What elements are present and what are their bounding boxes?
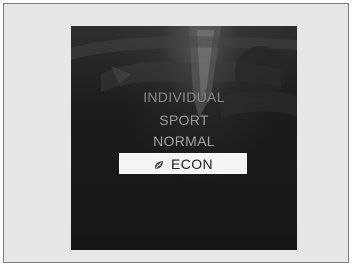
mode-option-label: NORMAL — [153, 133, 215, 149]
mode-option-label: ECON — [170, 155, 214, 172]
mode-option-normal[interactable]: NORMAL — [71, 133, 297, 149]
mode-option-sport[interactable]: SPORT — [71, 112, 297, 128]
leaf-icon — [153, 158, 165, 170]
mode-option-individual[interactable]: INDIVIDUAL — [71, 89, 297, 105]
drive-mode-menu: INDIVIDUAL SPORT NORMAL ECON — [71, 26, 297, 250]
drive-mode-display: INDIVIDUAL SPORT NORMAL ECON — [71, 26, 297, 250]
mode-option-label: INDIVIDUAL — [143, 89, 225, 105]
figure-frame: INDIVIDUAL SPORT NORMAL ECON — [3, 3, 349, 263]
mode-option-label: SPORT — [159, 112, 209, 128]
mode-option-econ-selected[interactable]: ECON — [119, 153, 247, 174]
